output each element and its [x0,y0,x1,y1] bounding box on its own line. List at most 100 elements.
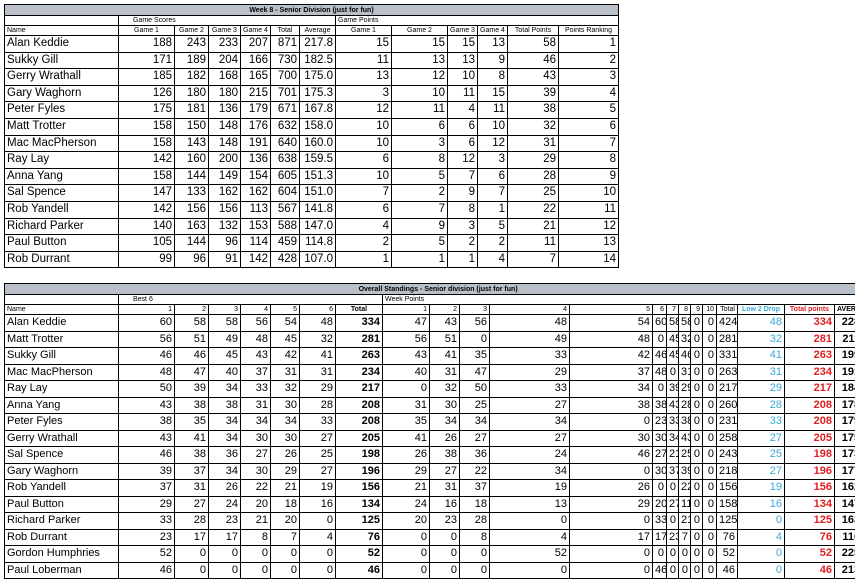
score-cell: 37 [240,363,271,381]
score-cell: 16 [299,495,336,513]
score-cell: 6 [447,134,478,153]
score-cell: 0 [702,413,717,431]
score-cell: 27 [652,446,667,464]
score-cell: 0 [270,561,300,579]
score-cell: 13 [557,234,620,252]
score-cell: 7 [507,250,559,269]
score-cell: 0 [702,446,717,464]
week-total: 76 [716,528,738,546]
score-cell: 34 [569,380,653,398]
score-cell: 45 [208,347,241,365]
score-cell: 181 [174,101,209,119]
best6-total: 46 [335,561,383,579]
score-cell: 0 [690,363,703,381]
score-cell: 29 [569,495,653,513]
score-cell: 12 [447,151,478,169]
score-cell: 96 [174,250,209,269]
table-row: Gary Waghorn3937343029271962927223403037… [4,462,855,480]
score-cell: 114.8 [299,234,336,252]
score-cell: 30 [652,429,667,447]
score-cell: 189 [174,51,209,70]
score-cell: 29 [118,495,175,513]
score-cell: 632 [270,117,300,136]
score-cell: 0 [690,347,703,365]
score-cell: 671 [270,101,300,119]
score-cell: 188 [118,35,175,53]
week-total: 243 [716,446,738,464]
score-cell: 30 [270,396,300,414]
average-value: 116.6 [833,528,855,546]
low2-drop-value: 27 [737,462,785,480]
score-cell: 10 [447,68,478,86]
player-name: Anna Yang [4,396,119,414]
score-cell: 54 [569,314,653,332]
score-cell: 0 [666,561,679,579]
player-name: Ray Lay [4,151,119,169]
table-row: Paul Button29272420181613424161813292027… [4,495,855,513]
score-cell: 30 [240,462,271,480]
score-cell: 31 [382,396,430,414]
week-col-header: 4 [489,304,570,315]
player-name: Matt Trotter [4,330,119,348]
score-cell: 215 [240,84,271,103]
table-row: Ray Lay503934333229217032503334039290021… [4,380,855,398]
score-cell: 2 [391,184,448,202]
score-cell: 113 [240,200,271,219]
score-cell: 0 [702,528,717,546]
score-cell: 0 [690,396,703,414]
score-cell: 19 [299,479,336,497]
player-name: Sal Spence [4,446,119,464]
score-cell: 39 [678,462,691,480]
score-cell: 9 [391,217,448,236]
score-cell: 0 [382,545,430,563]
score-cell: 143 [174,134,209,153]
score-cell: 35 [382,413,430,431]
score-cell: 0 [702,512,717,530]
week-total: 424 [716,314,738,332]
score-cell: 5 [557,101,620,119]
score-cell: 46 [118,446,175,464]
score-cell: 21 [240,512,271,530]
score-cell: 15 [335,35,392,53]
week-total: 281 [716,330,738,348]
score-cell: 2 [477,234,508,252]
score-cell: 20 [270,512,300,530]
week-col-header: 6 [652,304,667,315]
score-cell: 142 [118,200,175,219]
score-cell: 0 [702,479,717,497]
week8-col-header: Game 4 [477,25,508,36]
score-cell: 27 [666,495,679,513]
best6-total: 134 [335,495,383,513]
player-name: Rob Durrant [4,250,119,269]
score-cell: 8 [447,200,478,219]
score-cell: 31 [507,134,559,153]
player-name: Gerry Wrathall [4,429,119,447]
best6-total: 205 [335,429,383,447]
score-cell: 588 [270,217,300,236]
score-cell: 26 [270,446,300,464]
score-cell: 7 [335,184,392,202]
week8-col-header: Game 1 [335,25,392,36]
score-cell: 37 [118,479,175,497]
score-cell: 428 [270,250,300,269]
score-cell: 3 [335,84,392,103]
week8-title: Week 8 - Senior Division (just for fun) [3,4,620,16]
low2-drop-value: 31 [737,363,785,381]
score-cell: 1 [477,200,508,219]
score-cell: 38 [569,396,653,414]
score-cell: 91 [208,250,241,269]
score-cell: 4 [447,101,478,119]
score-cell: 0 [569,512,653,530]
score-cell: 19 [489,479,570,497]
best6-total: 234 [335,363,383,381]
week-total: 260 [716,396,738,414]
low2-drop-value: 27 [737,429,785,447]
score-cell: 0 [652,545,667,563]
best6-total: 263 [335,347,383,365]
score-cell: 8 [240,528,271,546]
score-cell: 30 [240,429,271,447]
score-cell: 4 [335,217,392,236]
score-cell: 46 [652,561,667,579]
table-row: Sukky Gill 171 189 204 166 730 182.5 11 13 13 9 46 2 [4,51,620,70]
week8-table: Week 8 - Senior Division (just for fun) … [3,4,620,269]
